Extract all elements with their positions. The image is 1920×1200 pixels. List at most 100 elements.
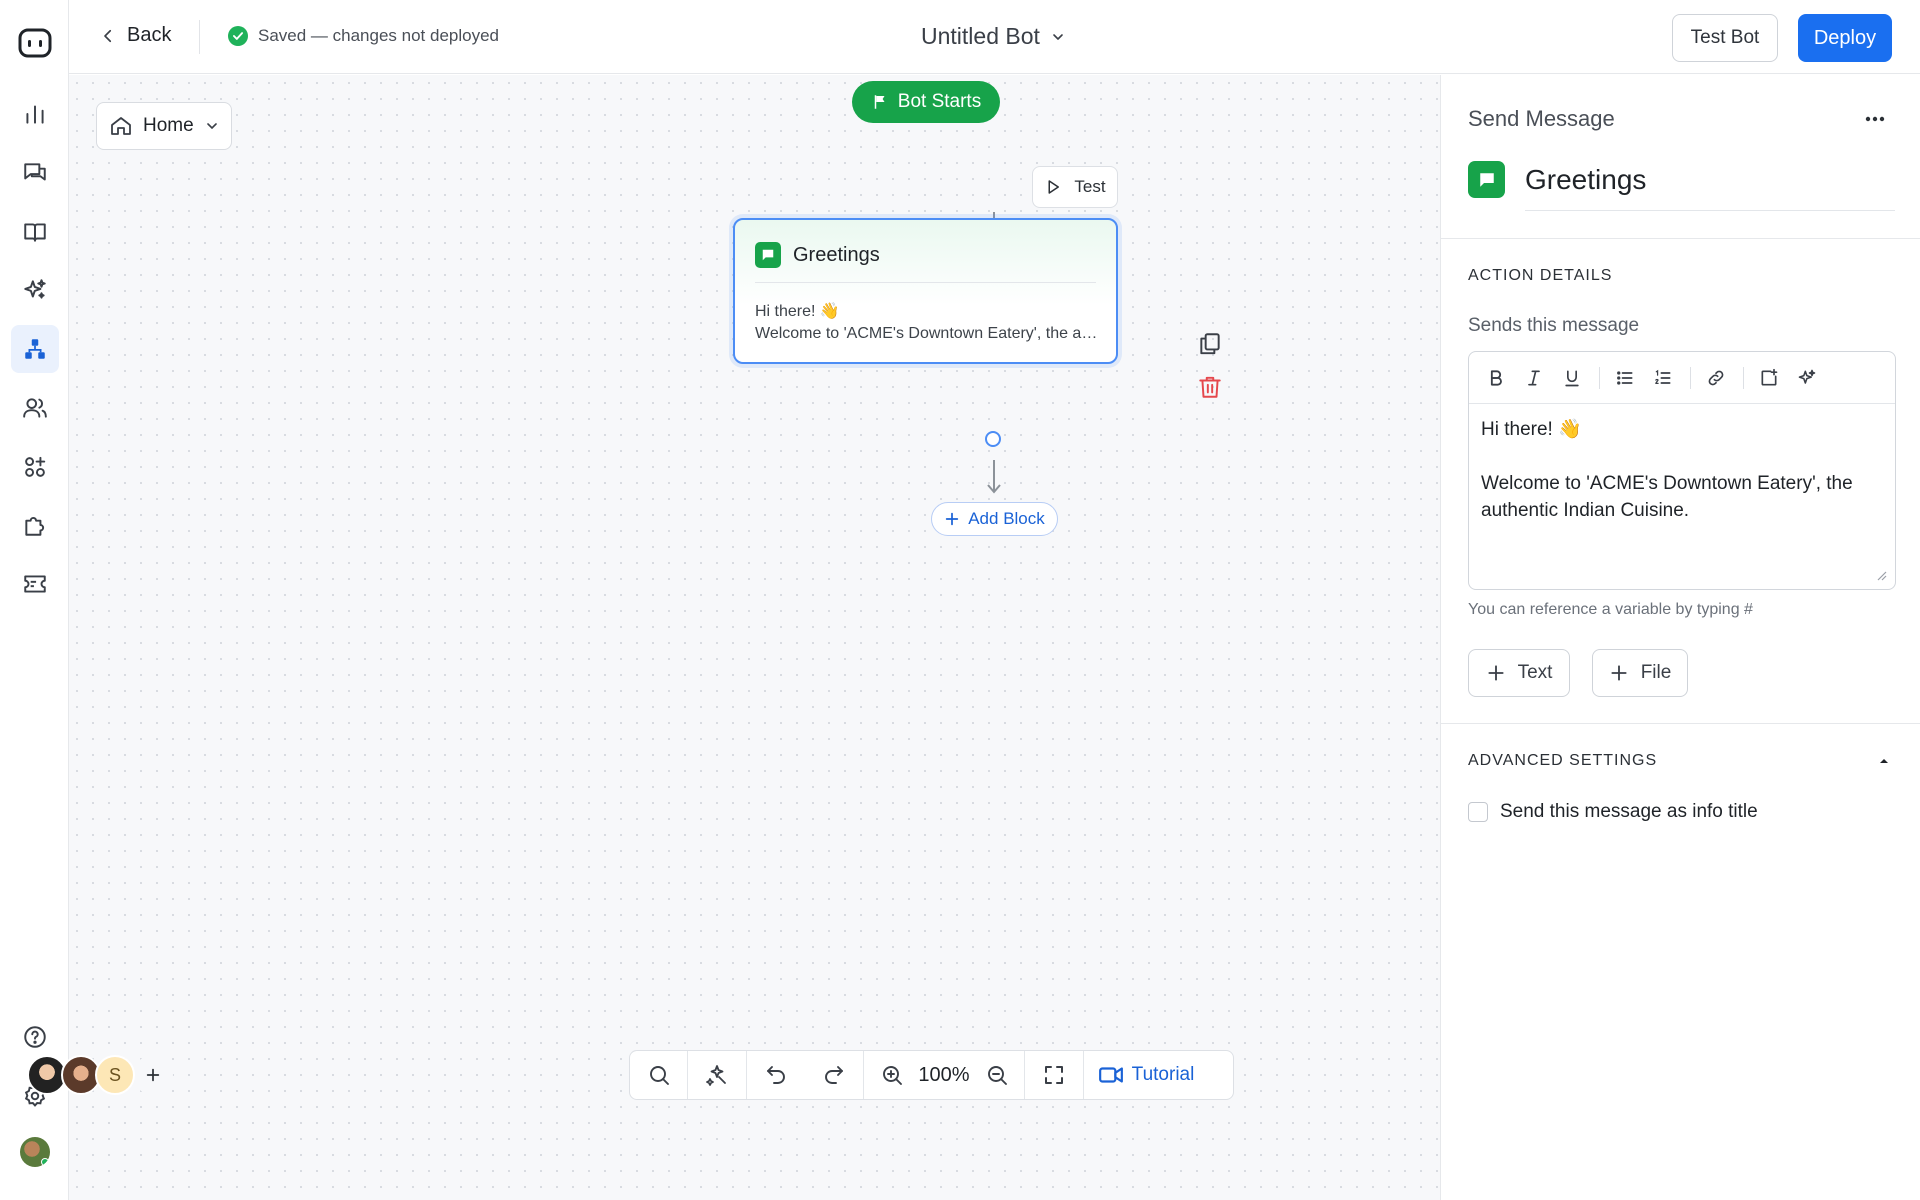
bot-starts-node[interactable]: Bot Starts — [852, 81, 1000, 123]
italic-button[interactable] — [1519, 363, 1549, 393]
rail-item-users[interactable] — [11, 384, 59, 432]
rail-item-ai[interactable] — [11, 266, 59, 314]
back-label: Back — [127, 24, 172, 46]
analytics-icon — [22, 101, 48, 127]
caret-up-icon[interactable] — [1878, 755, 1890, 767]
plus-icon — [944, 511, 960, 527]
integrations-icon — [22, 454, 48, 480]
zoom-in-button[interactable] — [864, 1051, 919, 1099]
rail-item-conversations[interactable] — [11, 149, 59, 197]
editor-toolbar — [1469, 352, 1895, 404]
chevron-left-icon — [99, 27, 117, 45]
message-text-area[interactable]: Hi there! 👋 Welcome to 'ACME's Downtown … — [1469, 404, 1895, 536]
message-line: Welcome to 'ACME's Downtown Eatery', the… — [1481, 473, 1853, 521]
divider — [199, 20, 200, 54]
tutorial-button[interactable]: Tutorial — [1084, 1051, 1208, 1099]
message-editor[interactable]: Hi there! 👋 Welcome to 'ACME's Downtown … — [1468, 351, 1896, 590]
fit-view-button[interactable] — [1025, 1051, 1083, 1099]
check-circle-icon — [228, 26, 248, 46]
message-field-label: Sends this message — [1468, 315, 1640, 336]
fullscreen-icon — [1042, 1063, 1066, 1087]
user-avatar[interactable] — [20, 1137, 50, 1167]
bullet-list-button[interactable] — [1610, 363, 1640, 393]
redo-icon — [822, 1063, 846, 1087]
copy-icon — [1197, 331, 1225, 357]
flow-builder-icon — [22, 336, 48, 362]
play-icon — [1044, 178, 1062, 196]
zoom-out-button[interactable] — [969, 1051, 1024, 1099]
rail-item-integrations[interactable] — [11, 443, 59, 491]
node-header: Greetings — [755, 242, 880, 268]
search-button[interactable] — [630, 1051, 687, 1099]
add-collaborator-button[interactable] — [133, 1055, 173, 1095]
link-icon — [1706, 368, 1726, 388]
rail-item-analytics[interactable] — [11, 90, 59, 138]
redo-button[interactable] — [805, 1051, 863, 1099]
more-horizontal-icon — [1863, 107, 1887, 131]
rail-item-tickets[interactable] — [11, 560, 59, 608]
help-icon — [22, 1024, 48, 1050]
chevron-down-icon — [1050, 29, 1066, 45]
resize-handle-icon[interactable] — [1875, 569, 1887, 581]
numbered-list-button[interactable] — [1648, 363, 1678, 393]
action-details-heading: ACTION DETAILS — [1468, 267, 1613, 284]
bullet-list-icon — [1615, 368, 1635, 388]
home-icon — [109, 114, 133, 138]
rail-item-plugins[interactable] — [11, 501, 59, 549]
rail-item-knowledge[interactable] — [11, 208, 59, 256]
block-name-row: Greetings — [1468, 161, 1646, 198]
auto-arrange-button[interactable] — [688, 1051, 746, 1099]
rail-item-help[interactable] — [11, 1013, 59, 1061]
info-title-option[interactable]: Send this message as info title — [1468, 801, 1758, 823]
greetings-node[interactable]: Greetings Hi there! 👋 Welcome to 'ACME's… — [733, 218, 1118, 364]
insert-media-button[interactable] — [1754, 363, 1784, 393]
magic-wand-icon — [705, 1063, 729, 1087]
canvas-toolbar: 100% Tutorial — [629, 1050, 1234, 1100]
message-icon — [755, 242, 781, 268]
divider — [1690, 366, 1691, 389]
block-name-input[interactable]: Greetings — [1525, 164, 1646, 196]
add-text-button[interactable]: Text — [1468, 649, 1570, 697]
test-node-button[interactable]: Test — [1032, 166, 1118, 208]
bot-logo-icon[interactable] — [18, 28, 52, 58]
node-output-handle[interactable] — [985, 431, 1001, 447]
duplicate-node-button[interactable] — [1197, 331, 1225, 359]
bot-name-dropdown[interactable]: Untitled Bot — [921, 23, 1066, 50]
add-block-button[interactable]: Add Block — [931, 502, 1058, 536]
undo-button[interactable] — [747, 1051, 805, 1099]
underline-icon — [1562, 368, 1582, 388]
bold-icon — [1486, 368, 1506, 388]
link-button[interactable] — [1701, 363, 1731, 393]
search-icon — [647, 1063, 671, 1087]
message-icon — [1468, 161, 1505, 198]
home-dropdown[interactable]: Home — [96, 102, 232, 150]
more-options-button[interactable] — [1859, 103, 1891, 135]
divider — [1441, 723, 1920, 724]
bold-button[interactable] — [1481, 363, 1511, 393]
online-status-dot — [41, 1158, 49, 1166]
delete-node-button[interactable] — [1197, 374, 1225, 402]
numbered-list-icon — [1653, 368, 1673, 388]
undo-icon — [764, 1063, 788, 1087]
collaborator-avatar[interactable]: S — [95, 1055, 135, 1095]
back-button[interactable]: Back — [99, 24, 171, 47]
info-title-checkbox[interactable] — [1468, 802, 1488, 822]
deploy-button[interactable]: Deploy — [1798, 14, 1892, 62]
test-bot-button[interactable]: Test Bot — [1672, 14, 1778, 62]
ai-assist-button[interactable] — [1792, 363, 1822, 393]
home-dropdown-label: Home — [143, 115, 194, 136]
plugins-icon — [22, 512, 48, 538]
plus-icon — [145, 1067, 161, 1083]
italic-icon — [1524, 368, 1544, 388]
underline-button[interactable] — [1557, 363, 1587, 393]
plus-icon — [1609, 663, 1629, 683]
flag-icon — [871, 93, 889, 111]
add-image-icon — [1759, 368, 1779, 388]
add-block-label: Add Block — [968, 509, 1045, 528]
top-bar: Back Saved — changes not deployed Untitl… — [69, 0, 1920, 74]
advanced-settings-heading[interactable]: ADVANCED SETTINGS — [1468, 752, 1657, 770]
save-status-text: Saved — changes not deployed — [258, 26, 500, 45]
rail-item-flow-builder[interactable] — [11, 325, 59, 373]
conversations-icon — [22, 160, 48, 186]
add-file-button[interactable]: File — [1592, 649, 1688, 697]
